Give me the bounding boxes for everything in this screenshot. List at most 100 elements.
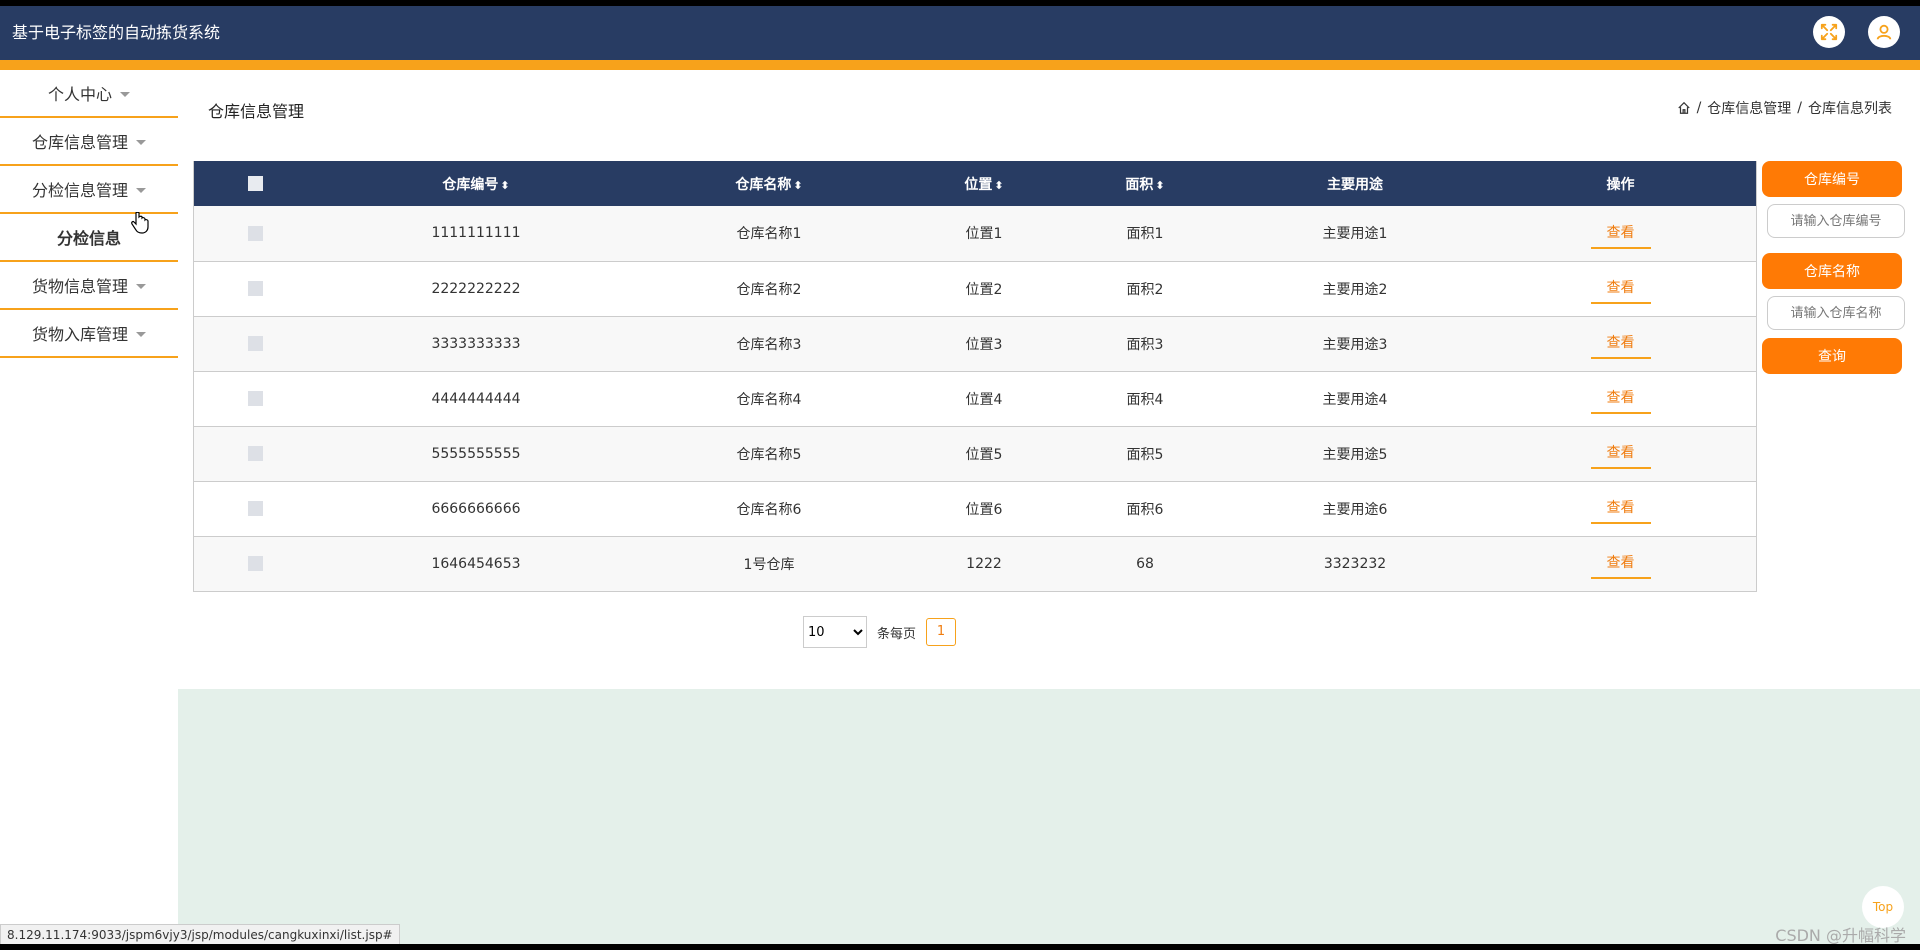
select-all-cell (194, 161, 318, 206)
cell-location: 位置3 (965, 336, 1003, 353)
page-number-button[interactable]: 1 (926, 618, 957, 646)
table-row: 6666666666 仓库名称6 位置6 面积6 主要用途6 查看 (193, 481, 1757, 536)
cell-code: 2222222222 (431, 280, 521, 297)
column-header-label: 位置 (964, 176, 993, 193)
row-select-cell (194, 371, 318, 426)
column-header-location[interactable]: 位置 ⬍ (903, 161, 1065, 206)
view-button[interactable]: 查看 (1590, 493, 1651, 524)
caret-down-icon (136, 283, 146, 289)
column-header-purpose: 主要用途 (1225, 161, 1485, 206)
sidebar-subitem-sorting-info[interactable]: 分检信息 (0, 214, 178, 262)
row-select-cell (194, 481, 318, 536)
sort-icon[interactable]: ⬍ (994, 179, 1003, 192)
cell-purpose: 主要用途3 (1322, 336, 1388, 353)
cell-purpose: 3323232 (1323, 555, 1387, 572)
column-header-area[interactable]: 面积 ⬍ (1065, 161, 1225, 206)
cell-location: 位置1 (965, 226, 1003, 243)
row-checkbox[interactable] (248, 501, 263, 516)
cell-name: 仓库名称4 (736, 391, 802, 408)
sidebar-item-label: 货物信息管理 (31, 277, 128, 296)
caret-down-icon (120, 91, 130, 97)
row-checkbox[interactable] (248, 446, 263, 461)
cell-purpose: 主要用途5 (1322, 446, 1388, 463)
row-select-cell (194, 316, 318, 371)
cell-location: 位置5 (965, 446, 1003, 463)
view-button[interactable]: 查看 (1590, 273, 1651, 304)
page-size-select[interactable]: 10 (803, 616, 867, 648)
pagination: 10 条每页 1 (803, 616, 957, 648)
column-header-label: 面积 (1125, 176, 1154, 193)
breadcrumb-item[interactable]: 仓库信息管理 (1707, 98, 1791, 118)
row-select-cell (194, 426, 318, 481)
sort-icon[interactable]: ⬍ (1155, 179, 1164, 192)
watermark-text: CSDN @升幅科学 (1775, 926, 1906, 944)
sidebar-item-label: 分检信息 (56, 229, 121, 248)
cell-code: 1111111111 (431, 225, 521, 242)
row-select-cell (194, 536, 318, 591)
table-row: 5555555555 仓库名称5 位置5 面积5 主要用途5 查看 (193, 426, 1757, 481)
cell-purpose: 主要用途1 (1322, 226, 1388, 243)
row-checkbox[interactable] (248, 556, 263, 571)
column-header-name[interactable]: 仓库名称 ⬍ (635, 161, 903, 206)
cell-code: 5555555555 (431, 445, 521, 462)
row-checkbox[interactable] (248, 336, 263, 351)
column-header-action: 操作 (1485, 161, 1757, 206)
view-button[interactable]: 查看 (1590, 328, 1651, 359)
search-panel: 仓库编号 仓库名称 查询 (1762, 161, 1905, 374)
fullscreen-button[interactable] (1813, 16, 1845, 48)
cell-purpose: 主要用途4 (1322, 391, 1388, 408)
row-checkbox[interactable] (248, 391, 263, 406)
table-row: 2222222222 仓库名称2 位置2 面积2 主要用途2 查看 (193, 261, 1757, 316)
warehouse-table-container: 仓库编号 ⬍ 仓库名称 ⬍ 位置 ⬍ 面积 ⬍ 主要用途 操作 1111111111 仓… (193, 161, 1757, 592)
cell-location: 位置2 (965, 281, 1003, 298)
cell-name: 仓库名称6 (736, 501, 802, 518)
view-button[interactable]: 查看 (1590, 218, 1651, 249)
hand-cursor-icon (131, 211, 149, 239)
select-all-checkbox[interactable] (248, 176, 263, 191)
view-button[interactable]: 查看 (1590, 548, 1651, 579)
breadcrumb-item: 仓库信息列表 (1808, 101, 1892, 117)
sort-icon[interactable]: ⬍ (500, 179, 509, 192)
cell-action: 查看 (1485, 371, 1757, 426)
cell-name: 1号仓库 (743, 556, 795, 573)
caret-down-icon (136, 187, 146, 193)
sidebar: 个人中心 仓库信息管理 分检信息管理 分检信息 货物信息管理 货物入库管理 (0, 70, 178, 944)
view-button[interactable]: 查看 (1590, 438, 1651, 469)
cell-location: 位置4 (965, 391, 1003, 408)
warehouse-name-label: 仓库名称 (1762, 253, 1902, 289)
cell-name: 仓库名称2 (736, 281, 802, 298)
breadcrumb-separator: / (1696, 100, 1702, 116)
warehouse-code-input[interactable] (1767, 204, 1905, 238)
sidebar-item-goods-inbound[interactable]: 货物入库管理 (0, 310, 178, 358)
sidebar-item-sorting-management[interactable]: 分检信息管理 (0, 166, 178, 214)
sidebar-item-label: 个人中心 (47, 85, 112, 104)
cell-location: 位置6 (965, 501, 1003, 518)
cell-action: 查看 (1485, 206, 1757, 261)
row-checkbox[interactable] (248, 225, 263, 241)
cell-area: 面积6 (1126, 501, 1164, 518)
column-header-label: 主要用途 (1327, 176, 1383, 193)
column-header-code[interactable]: 仓库编号 ⬍ (317, 161, 635, 206)
cell-name: 仓库名称5 (736, 446, 802, 463)
view-button[interactable]: 查看 (1590, 383, 1651, 414)
query-button[interactable]: 查询 (1762, 338, 1902, 374)
cell-action: 查看 (1485, 481, 1757, 536)
row-checkbox[interactable] (248, 281, 263, 296)
cell-area: 面积4 (1126, 391, 1164, 408)
user-icon (1876, 24, 1892, 40)
cell-area: 面积5 (1126, 446, 1164, 463)
fullscreen-icon (1820, 23, 1838, 41)
sort-icon[interactable]: ⬍ (793, 179, 802, 192)
sidebar-item-personal-center[interactable]: 个人中心 (0, 70, 178, 118)
warehouse-name-input[interactable] (1767, 296, 1905, 330)
table-row: 1646454653 1号仓库 1222 68 3323232 查看 (193, 536, 1757, 591)
sidebar-item-warehouse-info[interactable]: 仓库信息管理 (0, 118, 178, 166)
cell-code: 4444444444 (431, 390, 521, 407)
cell-action: 查看 (1485, 426, 1757, 481)
caret-down-icon (136, 331, 146, 337)
user-button[interactable] (1868, 16, 1900, 48)
home-icon[interactable] (1677, 101, 1691, 115)
app-window: 基于电子标签的自动拣货系统 个人中心 仓库信息管理 分检信息管理 分检信息 货物… (0, 6, 1920, 944)
top-header: 基于电子标签的自动拣货系统 (0, 6, 1920, 70)
sidebar-item-goods-info[interactable]: 货物信息管理 (0, 262, 178, 310)
